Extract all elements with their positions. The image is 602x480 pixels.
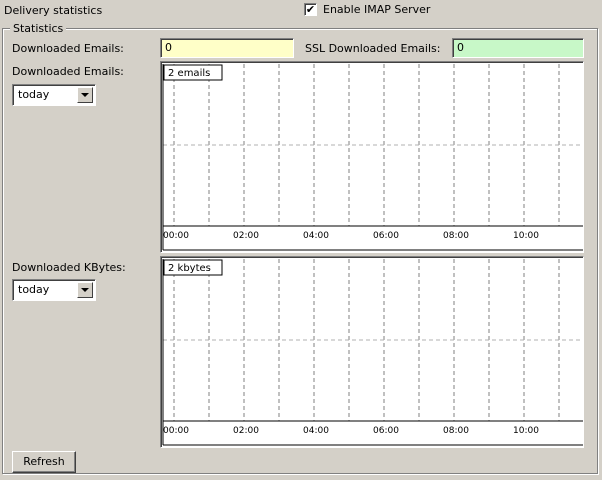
kbytes-period-select[interactable]: today [12,279,96,301]
enable-imap-label: Enable IMAP Server [323,3,431,16]
x-tick-label: 10:00 [513,231,539,241]
emails-period-select[interactable]: today [12,84,96,106]
emails-period-value: today [18,88,50,101]
downloaded-emails-value: 0 [165,41,172,54]
x-tick-label: 08:00 [443,426,469,436]
chevron-down-icon [81,93,89,97]
x-tick-label: 08:00 [443,231,469,241]
x-tick-label: 04:00 [303,231,329,241]
kbytes-period-value: today [18,283,50,296]
x-tick-label: 10:00 [513,426,539,436]
emails-period-label: Downloaded Emails: [12,65,124,78]
chart-legend-label: 2 emails [168,68,210,79]
enable-imap-checkbox[interactable]: ✔ [304,3,317,16]
ssl-downloaded-emails-label: SSL Downloaded Emails: [305,42,441,55]
ssl-downloaded-emails-value: 0 [457,41,464,54]
refresh-button-label: Refresh [23,455,65,468]
downloaded-emails-label: Downloaded Emails: [12,42,124,55]
kbytes-period-dropdown-button[interactable] [77,282,93,298]
x-tick-label: 06:00 [373,426,399,436]
chart-legend-label: 2 kbytes [168,263,211,274]
refresh-button[interactable]: Refresh [12,451,76,473]
emails-period-dropdown-button[interactable] [77,87,93,103]
emails-chart: 00:0002:0004:0006:0008:0010:0012:002 ema… [160,61,584,253]
x-tick-label: 02:00 [233,231,259,241]
statistics-group-label: Statistics [10,22,67,35]
enable-imap-server-toggle[interactable]: ✔ Enable IMAP Server [304,3,430,16]
emails-chart-svg: 00:0002:0004:0006:0008:0010:0012:002 ema… [162,64,583,251]
page-title: Delivery statistics [4,4,103,17]
chevron-down-icon [81,288,89,292]
x-tick-label: 00:00 [163,231,189,241]
kbytes-chart: 00:0002:0004:0006:0008:0010:0012:002 kby… [160,256,584,448]
ssl-downloaded-emails-field[interactable]: 0 [452,38,584,58]
x-tick-label: 00:00 [163,426,189,436]
kbytes-chart-svg: 00:0002:0004:0006:0008:0010:0012:002 kby… [162,259,583,446]
kbytes-period-label: Downloaded KBytes: [12,261,126,274]
x-tick-label: 02:00 [233,426,259,436]
x-tick-label: 04:00 [303,426,329,436]
x-tick-label: 06:00 [373,231,399,241]
downloaded-emails-field[interactable]: 0 [160,38,294,58]
